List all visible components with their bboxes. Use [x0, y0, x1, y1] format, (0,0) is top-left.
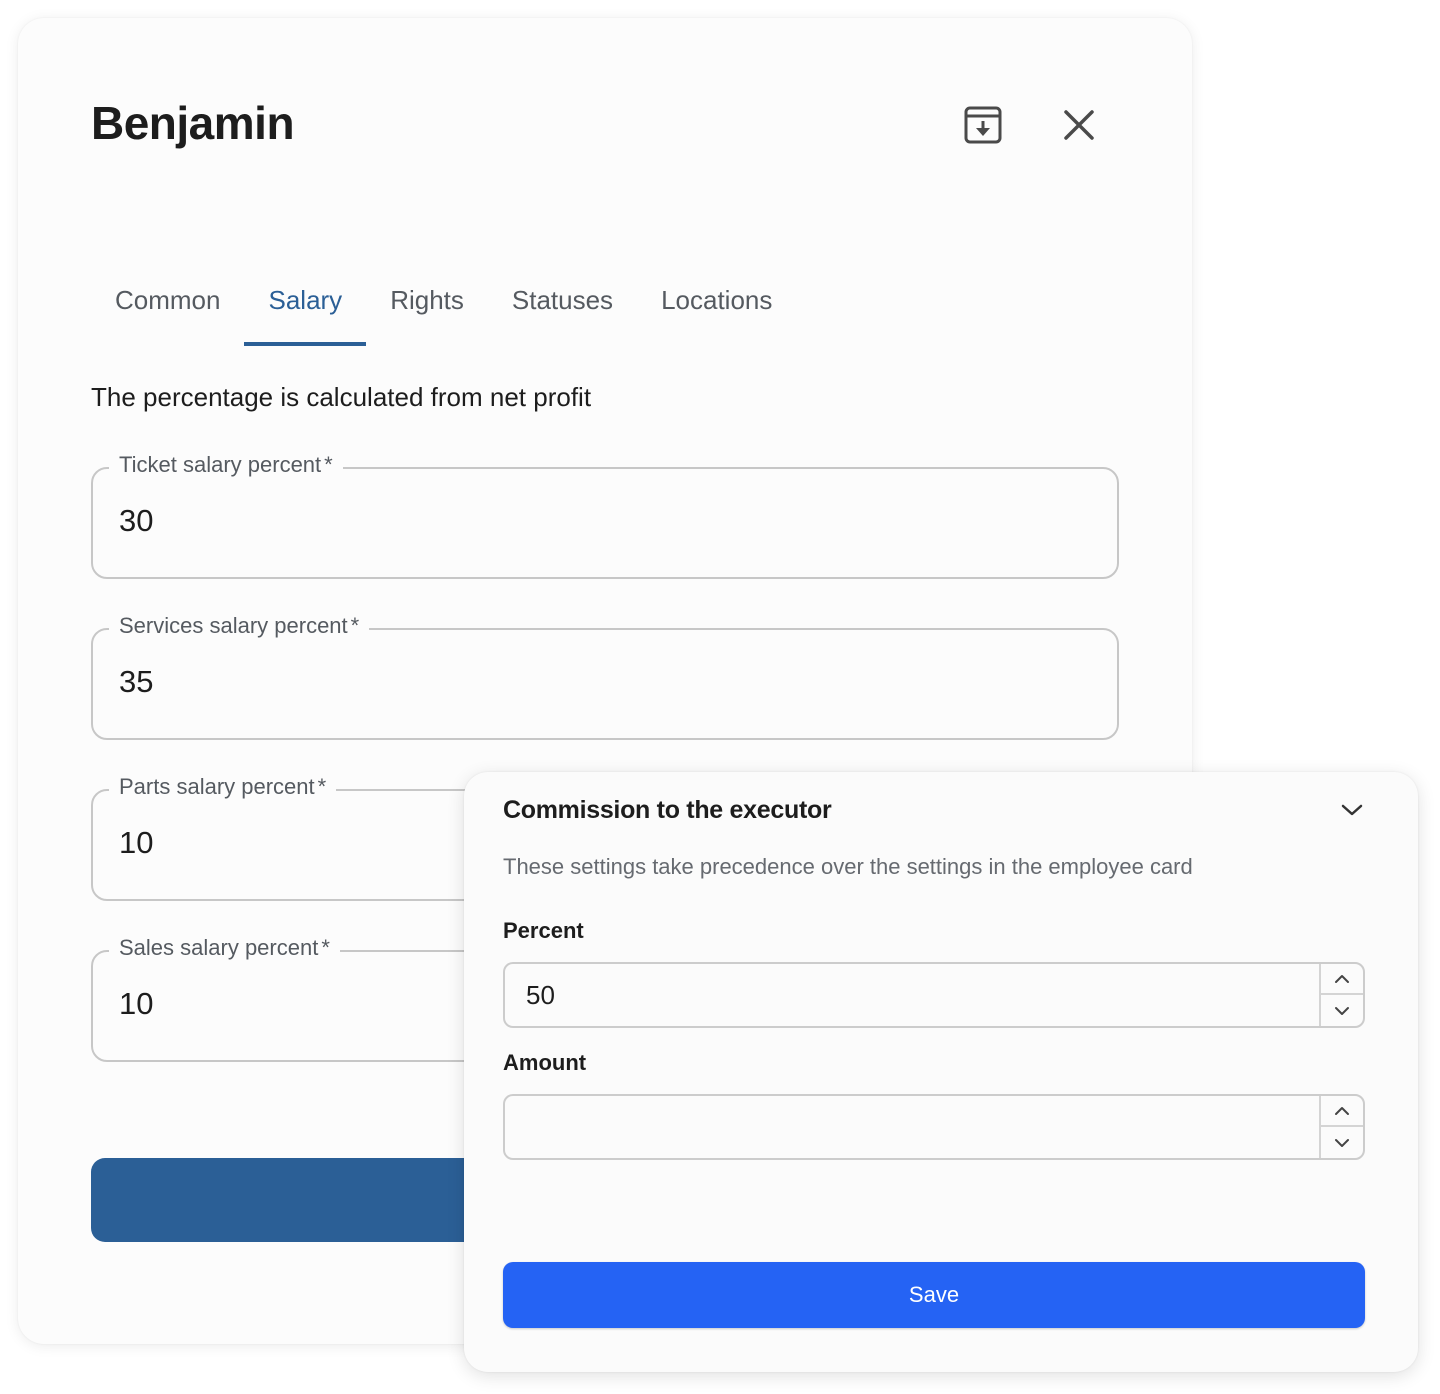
percent-spinner	[1319, 964, 1363, 1026]
close-icon	[1064, 110, 1094, 140]
save-button[interactable]: Save	[503, 1262, 1365, 1328]
field-value[interactable]: 10	[119, 825, 153, 861]
commission-description: These settings take precedence over the …	[503, 854, 1193, 879]
services-salary-field[interactable]: Services salary percent * 35	[91, 613, 1119, 740]
decrement-button[interactable]	[1321, 995, 1363, 1026]
tab-statuses[interactable]: Statuses	[488, 280, 637, 346]
decrement-button[interactable]	[1321, 1127, 1363, 1158]
field-label: Parts salary percent *	[109, 774, 337, 800]
tab-rights[interactable]: Rights	[366, 280, 488, 346]
dialog-title: Benjamin	[91, 97, 295, 149]
chevron-down-icon	[1335, 1006, 1349, 1015]
increment-button[interactable]	[1321, 964, 1363, 995]
archive-download-icon	[964, 106, 1002, 144]
amount-spinner	[1319, 1096, 1363, 1158]
amount-input[interactable]	[503, 1094, 1365, 1160]
tab-bar: Common Salary Rights Statuses Locations	[91, 280, 796, 346]
required-mark: *	[321, 935, 330, 960]
field-label: Services salary percent *	[109, 613, 370, 639]
archive-button[interactable]	[960, 102, 1006, 148]
field-value[interactable]: 35	[119, 664, 153, 700]
percent-input[interactable]: 50	[503, 962, 1365, 1028]
tab-locations[interactable]: Locations	[637, 280, 796, 346]
chevron-up-icon	[1335, 1106, 1349, 1115]
ticket-salary-field[interactable]: Ticket salary percent * 30	[91, 452, 1119, 579]
tab-common[interactable]: Common	[91, 280, 244, 346]
commission-title: Commission to the executor	[503, 796, 832, 824]
field-value[interactable]: 30	[119, 503, 153, 539]
field-value[interactable]: 10	[119, 986, 153, 1022]
required-mark: *	[317, 774, 327, 799]
percent-label: Percent	[503, 918, 584, 943]
amount-label: Amount	[503, 1050, 587, 1075]
increment-button[interactable]	[1321, 1096, 1363, 1127]
required-mark: *	[350, 613, 360, 638]
percent-value: 50	[526, 980, 555, 1010]
commission-popover: Commission to the executor These setting…	[464, 772, 1418, 1372]
tab-salary[interactable]: Salary	[244, 280, 366, 346]
salary-hint: The percentage is calculated from net pr…	[91, 382, 592, 412]
field-label: Sales salary percent *	[109, 935, 340, 961]
field-outline	[91, 467, 1119, 579]
chevron-down-icon	[1335, 1138, 1349, 1147]
field-outline	[91, 628, 1119, 740]
close-button[interactable]	[1056, 102, 1102, 148]
chevron-down-icon	[1341, 804, 1363, 816]
collapse-button[interactable]	[1334, 794, 1370, 826]
field-label: Ticket salary percent *	[109, 452, 343, 478]
chevron-up-icon	[1335, 974, 1349, 983]
required-mark: *	[324, 452, 333, 477]
